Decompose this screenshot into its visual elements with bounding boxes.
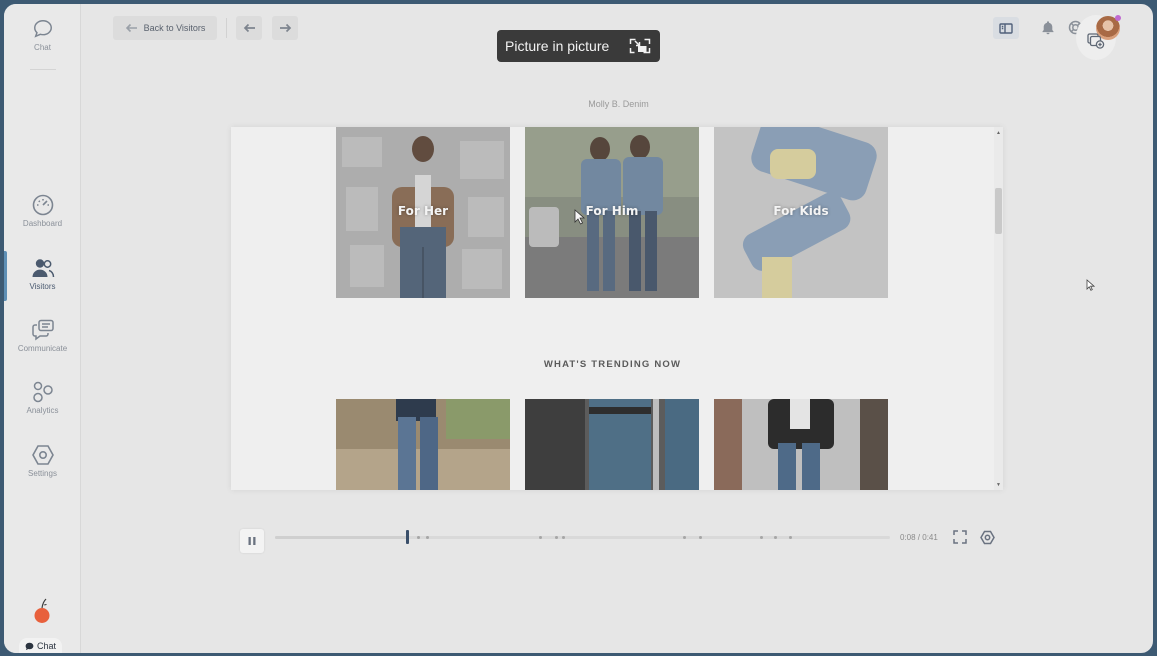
fullscreen-icon[interactable] (953, 530, 967, 544)
sidebar-item-settings[interactable]: Settings (4, 444, 81, 478)
category-tile-for-kids: For Kids (714, 127, 888, 298)
messages-icon (31, 319, 54, 341)
previous-recording-button[interactable] (236, 16, 262, 40)
add-window-icon[interactable] (1087, 33, 1105, 49)
trending-product-1 (336, 399, 510, 490)
timeline-event-marker[interactable] (789, 536, 793, 539)
arrow-left-icon (243, 23, 255, 33)
playback-scrubber[interactable] (406, 530, 410, 544)
tooltip-text: Picture in picture (505, 38, 610, 54)
timeline-event-marker[interactable] (699, 536, 703, 539)
chat-bubble-icon (33, 20, 52, 38)
recorded-site-name: Molly B. Denim (588, 99, 649, 109)
sidebar-item-analytics[interactable]: Analytics (4, 381, 81, 415)
replay-scrollbar[interactable]: ▲ ▼ (994, 127, 1003, 490)
category-tile-for-him: For Him (525, 127, 699, 298)
chat-launcher-label: Chat (37, 641, 57, 651)
picture-in-picture-icon (629, 38, 651, 54)
category-label: For Her (397, 204, 449, 218)
next-recording-button[interactable] (272, 16, 298, 40)
sidebar-item-label: Settings (28, 469, 57, 478)
product-image (525, 399, 699, 490)
back-to-visitors-label: Back to Visitors (143, 23, 206, 33)
sidebar-item-label: Communicate (17, 344, 68, 353)
panel-icon (999, 22, 1013, 34)
arrow-left-icon (125, 23, 137, 33)
product-image (714, 399, 888, 490)
sidebar-item-label: Analytics (26, 406, 59, 415)
timeline-event-marker[interactable] (417, 536, 421, 539)
category-label: For Kids (773, 204, 829, 218)
timeline-event-marker[interactable] (426, 536, 430, 539)
sidebar-item-dashboard[interactable]: Dashboard (4, 194, 81, 228)
sidebar-item-visitors[interactable]: Visitors (4, 251, 81, 301)
timeline-event-marker[interactable] (759, 536, 763, 539)
analytics-icon (32, 381, 53, 403)
timeline-event-marker[interactable] (682, 536, 686, 539)
apple-logo (34, 598, 50, 623)
session-replay-viewport[interactable]: For Her For Him For Kids WHAT'S TRENDING… (231, 127, 1003, 490)
recorded-cursor-icon (574, 209, 586, 225)
toolbar-divider (226, 18, 227, 38)
timeline-event-marker[interactable] (561, 536, 565, 539)
picture-in-picture-tooltip: Picture in picture (497, 30, 660, 62)
timeline-event-marker[interactable] (554, 536, 558, 539)
gauge-icon (32, 194, 53, 216)
arrow-right-icon (279, 23, 291, 33)
pause-icon (248, 537, 256, 545)
playback-progress (275, 536, 408, 539)
users-icon (32, 259, 54, 278)
section-heading: WHAT'S TRENDING NOW (543, 359, 682, 370)
scroll-up-icon[interactable]: ▲ (996, 130, 1001, 136)
scrollbar-thumb[interactable] (995, 188, 1002, 234)
sidebar-divider (30, 69, 56, 70)
category-label: For Him (585, 204, 639, 218)
playback-timeline[interactable] (275, 530, 890, 544)
back-to-visitors-button[interactable]: Back to Visitors (113, 16, 217, 40)
bell-icon[interactable] (1041, 20, 1055, 35)
sidebar-panel-toggle[interactable] (993, 17, 1019, 39)
trending-product-2 (525, 399, 699, 490)
chat-bubble-icon (25, 642, 34, 650)
mouse-pointer-icon (1086, 279, 1095, 291)
status-dot (1115, 15, 1121, 21)
playback-settings-icon[interactable] (980, 530, 995, 545)
playback-time: 0:08 / 0:41 (900, 533, 938, 542)
timeline-event-marker[interactable] (774, 536, 778, 539)
category-tile-for-her: For Her (336, 127, 510, 298)
sidebar-item-label: Chat (34, 43, 51, 52)
trending-product-3 (714, 399, 888, 490)
sidebar-item-communicate[interactable]: Communicate (4, 319, 81, 353)
chat-launcher[interactable]: Chat (19, 638, 63, 653)
sidebar-item-label: Dashboard (22, 219, 63, 228)
sidebar-item-label: Visitors (29, 282, 56, 291)
sidebar-item-chat[interactable]: Chat (4, 18, 81, 52)
hexagon-gear-icon (31, 445, 54, 465)
app-window: Chat Dashboard Visitors Communicate Anal… (4, 4, 1153, 653)
timeline-event-marker[interactable] (538, 536, 542, 539)
pause-button[interactable] (240, 529, 264, 553)
product-image (336, 399, 510, 490)
scroll-down-icon[interactable]: ▼ (996, 482, 1001, 488)
